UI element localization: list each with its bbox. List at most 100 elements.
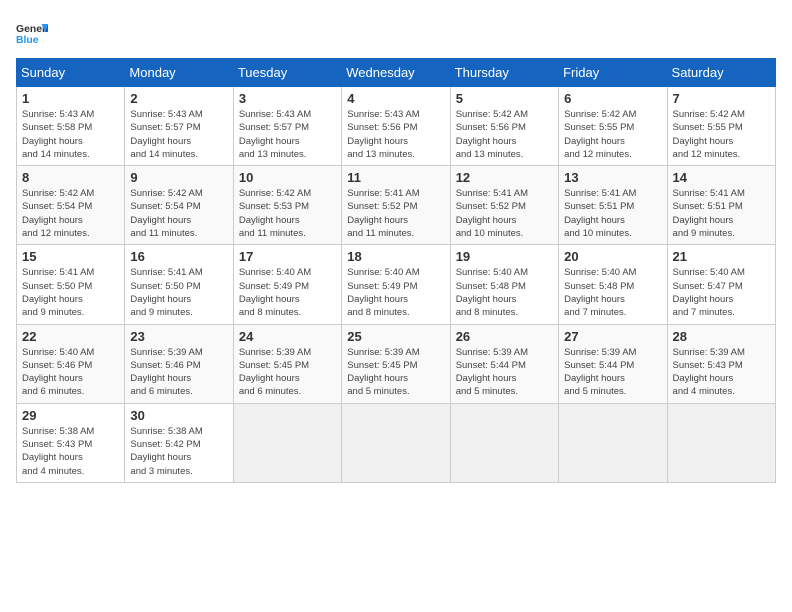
- day-number: 1: [22, 91, 119, 106]
- day-number: 16: [130, 249, 227, 264]
- calendar-cell: 24 Sunrise: 5:39 AM Sunset: 5:45 PM Dayl…: [233, 324, 341, 403]
- day-info: Sunrise: 5:42 AM Sunset: 5:55 PM Dayligh…: [564, 108, 661, 161]
- calendar-cell: 18 Sunrise: 5:40 AM Sunset: 5:49 PM Dayl…: [342, 245, 450, 324]
- day-number: 11: [347, 170, 444, 185]
- day-info: Sunrise: 5:39 AM Sunset: 5:43 PM Dayligh…: [673, 346, 770, 399]
- col-tuesday: Tuesday: [233, 59, 341, 87]
- day-info: Sunrise: 5:41 AM Sunset: 5:51 PM Dayligh…: [673, 187, 770, 240]
- day-info: Sunrise: 5:40 AM Sunset: 5:48 PM Dayligh…: [564, 266, 661, 319]
- day-info: Sunrise: 5:43 AM Sunset: 5:58 PM Dayligh…: [22, 108, 119, 161]
- calendar-cell: 22 Sunrise: 5:40 AM Sunset: 5:46 PM Dayl…: [17, 324, 125, 403]
- calendar-cell: 21 Sunrise: 5:40 AM Sunset: 5:47 PM Dayl…: [667, 245, 775, 324]
- day-info: Sunrise: 5:40 AM Sunset: 5:47 PM Dayligh…: [673, 266, 770, 319]
- day-info: Sunrise: 5:40 AM Sunset: 5:46 PM Dayligh…: [22, 346, 119, 399]
- calendar-table: Sunday Monday Tuesday Wednesday Thursday…: [16, 58, 776, 483]
- logo-icon: General Blue: [16, 16, 48, 48]
- day-number: 7: [673, 91, 770, 106]
- calendar-cell: 1 Sunrise: 5:43 AM Sunset: 5:58 PM Dayli…: [17, 87, 125, 166]
- day-number: 12: [456, 170, 553, 185]
- col-sunday: Sunday: [17, 59, 125, 87]
- day-number: 21: [673, 249, 770, 264]
- day-info: Sunrise: 5:42 AM Sunset: 5:55 PM Dayligh…: [673, 108, 770, 161]
- day-info: Sunrise: 5:43 AM Sunset: 5:57 PM Dayligh…: [130, 108, 227, 161]
- calendar-cell: [342, 403, 450, 482]
- day-info: Sunrise: 5:42 AM Sunset: 5:54 PM Dayligh…: [22, 187, 119, 240]
- calendar-cell: 27 Sunrise: 5:39 AM Sunset: 5:44 PM Dayl…: [559, 324, 667, 403]
- logo: General Blue: [16, 16, 48, 48]
- calendar-cell: 4 Sunrise: 5:43 AM Sunset: 5:56 PM Dayli…: [342, 87, 450, 166]
- calendar-cell: [450, 403, 558, 482]
- day-number: 18: [347, 249, 444, 264]
- day-info: Sunrise: 5:43 AM Sunset: 5:57 PM Dayligh…: [239, 108, 336, 161]
- day-info: Sunrise: 5:43 AM Sunset: 5:56 PM Dayligh…: [347, 108, 444, 161]
- day-info: Sunrise: 5:39 AM Sunset: 5:45 PM Dayligh…: [347, 346, 444, 399]
- calendar-cell: 28 Sunrise: 5:39 AM Sunset: 5:43 PM Dayl…: [667, 324, 775, 403]
- col-friday: Friday: [559, 59, 667, 87]
- day-info: Sunrise: 5:39 AM Sunset: 5:44 PM Dayligh…: [564, 346, 661, 399]
- calendar-cell: [233, 403, 341, 482]
- calendar-cell: 7 Sunrise: 5:42 AM Sunset: 5:55 PM Dayli…: [667, 87, 775, 166]
- day-info: Sunrise: 5:39 AM Sunset: 5:44 PM Dayligh…: [456, 346, 553, 399]
- calendar-cell: 8 Sunrise: 5:42 AM Sunset: 5:54 PM Dayli…: [17, 166, 125, 245]
- calendar-cell: 11 Sunrise: 5:41 AM Sunset: 5:52 PM Dayl…: [342, 166, 450, 245]
- day-number: 15: [22, 249, 119, 264]
- col-monday: Monday: [125, 59, 233, 87]
- day-number: 17: [239, 249, 336, 264]
- calendar-cell: 15 Sunrise: 5:41 AM Sunset: 5:50 PM Dayl…: [17, 245, 125, 324]
- calendar-cell: 20 Sunrise: 5:40 AM Sunset: 5:48 PM Dayl…: [559, 245, 667, 324]
- day-number: 2: [130, 91, 227, 106]
- day-info: Sunrise: 5:40 AM Sunset: 5:49 PM Dayligh…: [239, 266, 336, 319]
- svg-text:Blue: Blue: [16, 35, 39, 46]
- day-number: 13: [564, 170, 661, 185]
- day-number: 29: [22, 408, 119, 423]
- day-number: 9: [130, 170, 227, 185]
- calendar-cell: 23 Sunrise: 5:39 AM Sunset: 5:46 PM Dayl…: [125, 324, 233, 403]
- calendar-cell: [667, 403, 775, 482]
- calendar-cell: 19 Sunrise: 5:40 AM Sunset: 5:48 PM Dayl…: [450, 245, 558, 324]
- calendar-cell: 5 Sunrise: 5:42 AM Sunset: 5:56 PM Dayli…: [450, 87, 558, 166]
- day-info: Sunrise: 5:42 AM Sunset: 5:54 PM Dayligh…: [130, 187, 227, 240]
- page-header: General Blue: [16, 16, 776, 48]
- day-number: 30: [130, 408, 227, 423]
- day-info: Sunrise: 5:41 AM Sunset: 5:50 PM Dayligh…: [22, 266, 119, 319]
- col-thursday: Thursday: [450, 59, 558, 87]
- day-info: Sunrise: 5:39 AM Sunset: 5:46 PM Dayligh…: [130, 346, 227, 399]
- day-number: 8: [22, 170, 119, 185]
- calendar-cell: 9 Sunrise: 5:42 AM Sunset: 5:54 PM Dayli…: [125, 166, 233, 245]
- day-number: 3: [239, 91, 336, 106]
- calendar-cell: 12 Sunrise: 5:41 AM Sunset: 5:52 PM Dayl…: [450, 166, 558, 245]
- day-info: Sunrise: 5:40 AM Sunset: 5:48 PM Dayligh…: [456, 266, 553, 319]
- day-number: 28: [673, 329, 770, 344]
- day-info: Sunrise: 5:41 AM Sunset: 5:52 PM Dayligh…: [347, 187, 444, 240]
- day-info: Sunrise: 5:42 AM Sunset: 5:56 PM Dayligh…: [456, 108, 553, 161]
- day-number: 20: [564, 249, 661, 264]
- day-number: 22: [22, 329, 119, 344]
- day-info: Sunrise: 5:41 AM Sunset: 5:50 PM Dayligh…: [130, 266, 227, 319]
- calendar-header-row: Sunday Monday Tuesday Wednesday Thursday…: [17, 59, 776, 87]
- day-number: 5: [456, 91, 553, 106]
- day-info: Sunrise: 5:41 AM Sunset: 5:52 PM Dayligh…: [456, 187, 553, 240]
- calendar-cell: 14 Sunrise: 5:41 AM Sunset: 5:51 PM Dayl…: [667, 166, 775, 245]
- day-number: 23: [130, 329, 227, 344]
- day-info: Sunrise: 5:41 AM Sunset: 5:51 PM Dayligh…: [564, 187, 661, 240]
- day-info: Sunrise: 5:42 AM Sunset: 5:53 PM Dayligh…: [239, 187, 336, 240]
- day-number: 24: [239, 329, 336, 344]
- day-info: Sunrise: 5:40 AM Sunset: 5:49 PM Dayligh…: [347, 266, 444, 319]
- day-info: Sunrise: 5:38 AM Sunset: 5:43 PM Dayligh…: [22, 425, 119, 478]
- day-number: 4: [347, 91, 444, 106]
- day-info: Sunrise: 5:38 AM Sunset: 5:42 PM Dayligh…: [130, 425, 227, 478]
- calendar-cell: 29 Sunrise: 5:38 AM Sunset: 5:43 PM Dayl…: [17, 403, 125, 482]
- page-container: General Blue Sunday Monday Tuesday Wedne…: [0, 0, 792, 612]
- calendar-cell: 16 Sunrise: 5:41 AM Sunset: 5:50 PM Dayl…: [125, 245, 233, 324]
- day-number: 19: [456, 249, 553, 264]
- calendar-cell: 6 Sunrise: 5:42 AM Sunset: 5:55 PM Dayli…: [559, 87, 667, 166]
- calendar-cell: 25 Sunrise: 5:39 AM Sunset: 5:45 PM Dayl…: [342, 324, 450, 403]
- calendar-cell: [559, 403, 667, 482]
- calendar-cell: 2 Sunrise: 5:43 AM Sunset: 5:57 PM Dayli…: [125, 87, 233, 166]
- calendar-cell: 30 Sunrise: 5:38 AM Sunset: 5:42 PM Dayl…: [125, 403, 233, 482]
- day-info: Sunrise: 5:39 AM Sunset: 5:45 PM Dayligh…: [239, 346, 336, 399]
- day-number: 14: [673, 170, 770, 185]
- calendar-cell: 17 Sunrise: 5:40 AM Sunset: 5:49 PM Dayl…: [233, 245, 341, 324]
- col-wednesday: Wednesday: [342, 59, 450, 87]
- day-number: 10: [239, 170, 336, 185]
